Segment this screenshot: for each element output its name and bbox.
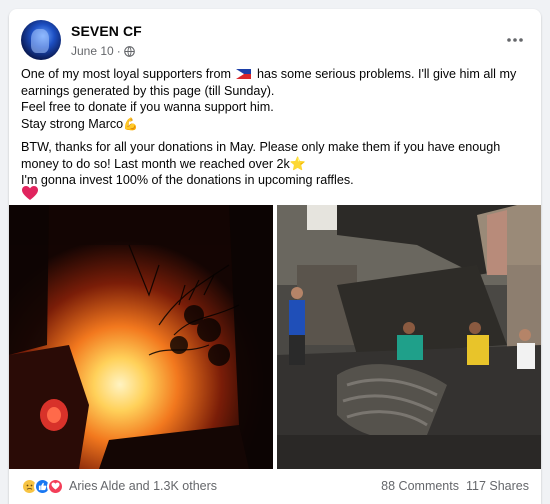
post-meta: June 10 · [71, 44, 135, 58]
post-line-raffles: I'm gonna invest 100% of the donations i… [21, 173, 354, 187]
post-paragraph-1: One of my most loyal supporters from has… [21, 67, 517, 98]
photo-grid [9, 205, 541, 469]
love-reaction-icon [47, 477, 64, 495]
post-line-stay-strong: Stay strong Marco💪 [21, 116, 139, 131]
star-emoji-icon: ⭐ [289, 155, 307, 171]
post-text: One of my most loyal supporters from has… [21, 66, 529, 189]
post-card: SEVEN CF June 10 · One of my most loyal … [9, 9, 541, 504]
heart-icon [22, 186, 38, 200]
reaction-summary[interactable]: Aries Alde and 1.3K others [21, 477, 217, 495]
globe-icon [123, 45, 135, 57]
avatar[interactable] [21, 20, 61, 60]
post-line-donate: Feel free to donate if you wanna support… [21, 100, 274, 114]
comments-count[interactable]: 88 Comments [381, 479, 459, 493]
meta-separator: · [116, 44, 121, 58]
page-name[interactable]: SEVEN CF [71, 23, 142, 39]
post-footer: Aries Alde and 1.3K others 88 Comments 1… [21, 474, 529, 498]
post-date[interactable]: June 10 [71, 44, 114, 58]
muscle-emoji-icon: 💪 [123, 116, 139, 131]
burned-houses-photo[interactable] [277, 205, 541, 469]
shares-count[interactable]: 117 Shares [466, 479, 529, 493]
more-dots-icon[interactable] [501, 26, 529, 54]
burned-houses-illustration [277, 205, 541, 469]
reactions-label[interactable]: Aries Alde and 1.3K others [69, 479, 217, 493]
post-header: SEVEN CF June 10 · [21, 20, 529, 62]
engagement-counts: 88 Comments 117 Shares [381, 479, 529, 493]
fire-at-night-photo[interactable] [9, 205, 273, 469]
fire-scene-illustration [9, 205, 273, 469]
philippines-flag-icon [236, 69, 252, 79]
post-paragraph-2: BTW, thanks for all your donations in Ma… [21, 140, 501, 171]
